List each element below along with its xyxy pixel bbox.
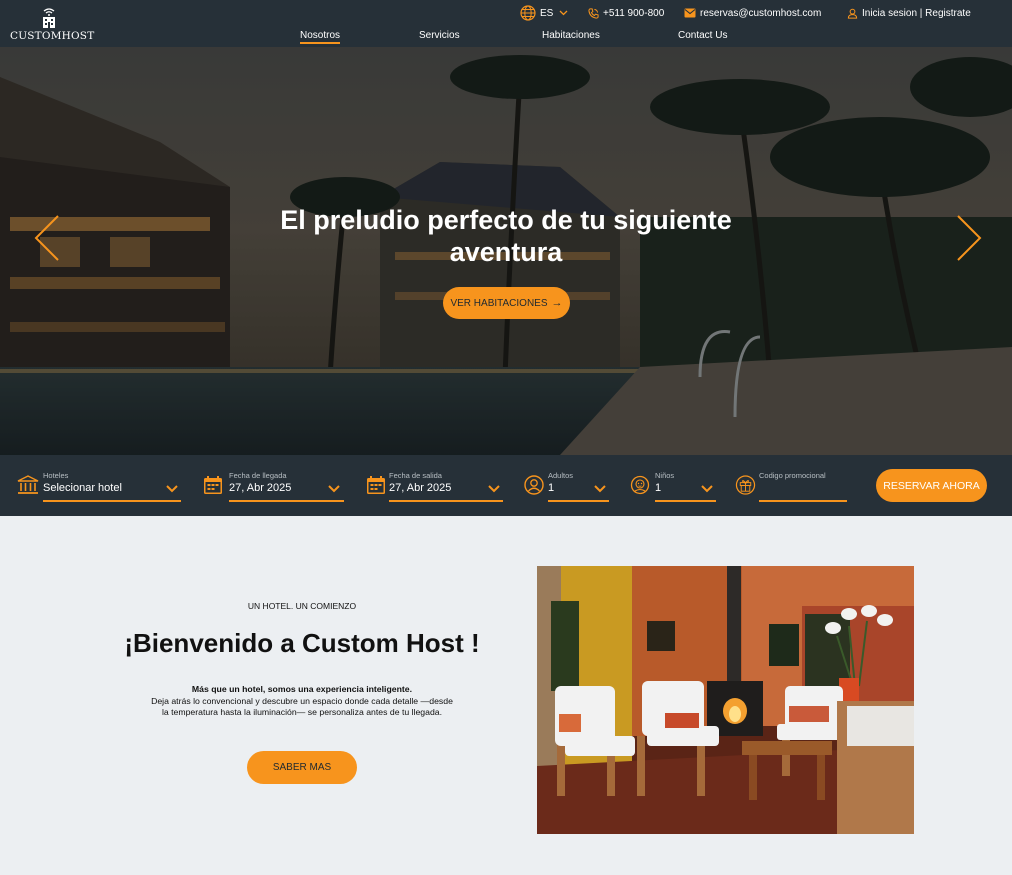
welcome-desc-line-1: Más que un hotel, somos una experiencia …	[191, 684, 413, 694]
departure-underline	[389, 500, 503, 502]
promo-underline	[759, 500, 847, 502]
chevron-down-icon	[559, 10, 568, 16]
lounge-photo	[537, 566, 914, 834]
nav-item-habitaciones[interactable]: Habitaciones	[542, 30, 600, 41]
hero-title-line-1: El preludio perfecto de tu siguiente	[280, 205, 732, 235]
hero-title: El preludio perfecto de tu siguiente ave…	[260, 204, 752, 268]
departure-label: Fecha de salida	[389, 471, 442, 480]
hero-title-line-2: aventura	[449, 237, 563, 267]
brand-name: CUSTOMHOST	[10, 30, 95, 42]
language-code: ES	[540, 7, 554, 19]
promo-label: Codigo promocional	[759, 471, 826, 480]
site-header: CUSTOMHOST ES +511 900-800 reservas@cust…	[0, 0, 1012, 47]
view-rooms-button[interactable]: VER HABITACIONES →	[443, 287, 570, 319]
brand-logo[interactable]: CUSTOMHOST	[10, 7, 95, 42]
email-address: reservas@customhost.com	[700, 7, 822, 19]
children-label: Niños	[655, 471, 675, 480]
bank-icon	[17, 475, 39, 494]
children-select[interactable]: Niños 1	[630, 455, 720, 516]
email-link[interactable]: reservas@customhost.com	[684, 4, 821, 22]
login-register-link[interactable]: Inicia sesion | Registrate	[847, 4, 971, 22]
nav-item-contact-us[interactable]: Contact Us	[678, 30, 727, 41]
view-rooms-label: VER HABITACIONES	[450, 297, 548, 309]
learn-more-button[interactable]: SABER MAS	[247, 751, 357, 784]
adults-select[interactable]: Adultos 1	[522, 455, 612, 516]
children-value: 1	[655, 482, 662, 494]
phone-number: +511 900-800	[603, 7, 665, 19]
gift-icon	[735, 475, 756, 495]
chevron-down-icon	[701, 485, 713, 493]
user-icon	[847, 8, 858, 19]
calendar-icon	[367, 476, 385, 494]
slider-prev-arrow-icon[interactable]	[33, 214, 61, 262]
adults-label: Adultos	[548, 471, 574, 480]
user-icon	[524, 475, 544, 495]
envelope-icon	[684, 8, 696, 18]
calendar-icon	[204, 476, 222, 494]
arrival-value: 27, Abr 2025	[229, 482, 292, 494]
language-selector[interactable]: ES	[520, 4, 568, 22]
reserve-now-button[interactable]: RESERVAR AHORA	[876, 469, 987, 502]
slider-next-arrow-icon[interactable]	[955, 214, 983, 262]
adults-value: 1	[548, 482, 555, 494]
arrow-right-icon: →	[551, 297, 563, 309]
phone-link[interactable]: +511 900-800	[588, 4, 664, 22]
hotel-underline	[43, 500, 181, 502]
welcome-section: UN HOTEL. UN COMIENZO ¡Bienvenido a Cust…	[0, 516, 1012, 875]
chevron-down-icon	[488, 485, 500, 493]
login-register-label: Inicia sesion | Registrate	[862, 7, 971, 19]
arrival-underline	[229, 500, 344, 502]
booking-bar: Hoteles Selecionar hotel Fecha de llegad…	[0, 455, 1012, 516]
globe-icon	[520, 5, 536, 21]
departure-value: 27, Abr 2025	[389, 482, 452, 494]
welcome-desc-line-2: Deja atrás lo convencional y descubre un…	[151, 695, 453, 706]
arrival-date-field[interactable]: Fecha de llegada 27, Abr 2025	[200, 455, 350, 516]
chevron-down-icon	[328, 485, 340, 493]
promo-code-field[interactable]: Codigo promocional	[734, 455, 852, 516]
phone-icon	[588, 7, 599, 19]
children-underline	[655, 500, 716, 502]
arrival-label: Fecha de llegada	[229, 471, 287, 480]
chevron-down-icon	[166, 485, 178, 493]
welcome-title: ¡Bienvenido a Custom Host !	[124, 628, 480, 658]
welcome-eyebrow: UN HOTEL. UN COMIENZO	[247, 601, 357, 611]
child-icon	[630, 475, 650, 495]
nav-item-nosotros[interactable]: Nosotros	[300, 30, 341, 44]
hero-slider: El preludio perfecto de tu siguiente ave…	[0, 47, 1012, 455]
hotel-select[interactable]: Hoteles Selecionar hotel	[0, 455, 190, 516]
hotel-value: Selecionar hotel	[43, 482, 122, 494]
departure-date-field[interactable]: Fecha de salida 27, Abr 2025	[363, 455, 513, 516]
hotel-label: Hoteles	[43, 471, 69, 480]
welcome-desc-line-3: la temperatura hasta la iluminación— se …	[161, 707, 443, 717]
adults-underline	[548, 500, 609, 502]
chevron-down-icon	[594, 485, 606, 493]
welcome-description: Más que un hotel, somos una experiencia …	[120, 684, 484, 719]
nav-item-servicios[interactable]: Servicios	[419, 30, 460, 41]
hotel-wifi-icon	[43, 8, 55, 28]
